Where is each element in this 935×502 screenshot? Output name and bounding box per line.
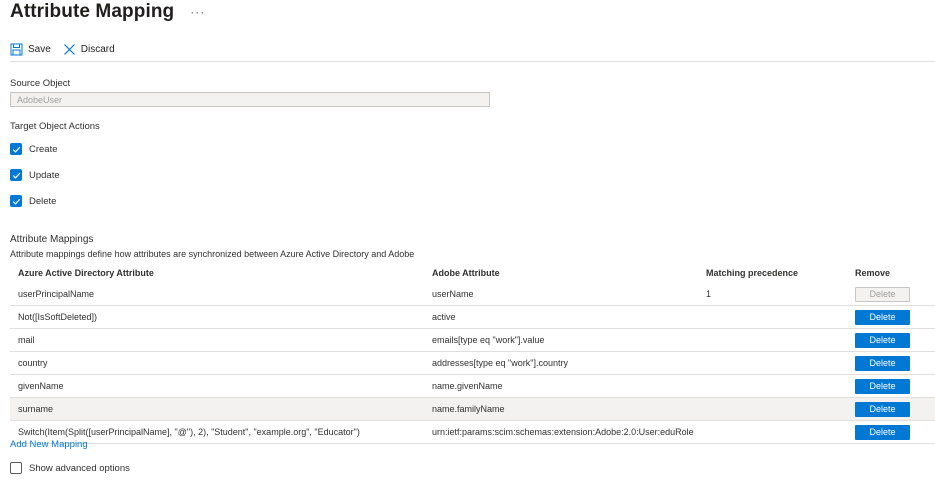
create-label: Create [29, 143, 58, 155]
show-advanced-options-row[interactable]: Show advanced options [10, 462, 130, 474]
table-row[interactable]: country addresses[type eq "work"].countr… [10, 352, 935, 375]
checkbox-unchecked-icon[interactable] [10, 462, 22, 474]
save-label: Save [28, 43, 51, 55]
show-advanced-options-label: Show advanced options [29, 462, 130, 474]
delete-label: Delete [29, 195, 57, 207]
source-attribute: givenName [18, 381, 64, 391]
table-row[interactable]: givenName name.givenName Delete [10, 375, 935, 398]
delete-mapping-button[interactable]: Delete [855, 355, 910, 371]
checkbox-checked-icon[interactable] [10, 195, 22, 207]
table-header: Azure Active Directory Attribute Adobe A… [10, 263, 935, 283]
source-attribute: userPrincipalName [18, 289, 95, 299]
target-attribute: active [432, 312, 456, 322]
source-attribute: country [18, 358, 48, 368]
attribute-mappings-description: Attribute mappings define how attributes… [10, 249, 415, 259]
table-row[interactable]: Switch(Item(Split([userPrincipalName], "… [10, 421, 935, 444]
table-row[interactable]: userPrincipalName userName 1 Delete [10, 283, 935, 306]
delete-mapping-button[interactable]: Delete [855, 309, 910, 325]
source-attribute: mail [18, 335, 35, 345]
column-header: Matching precedence [706, 268, 799, 278]
page-title: Attribute Mapping [10, 1, 175, 22]
delete-mapping-button[interactable]: Delete [855, 378, 910, 394]
column-header: Remove [855, 268, 891, 278]
update-label: Update [29, 169, 60, 181]
source-attribute: Switch(Item(Split([userPrincipalName], "… [18, 427, 360, 437]
add-new-mapping-link[interactable]: Add New Mapping [10, 439, 88, 450]
target-attribute: emails[type eq "work"].value [432, 335, 545, 345]
delete-mapping-button[interactable]: Delete [855, 424, 910, 440]
source-object-label: Source Object [10, 78, 71, 89]
delete-mapping-button[interactable]: Delete [855, 332, 910, 348]
target-attribute: name.familyName [432, 404, 505, 414]
update-checkbox-row[interactable]: Update [10, 169, 60, 181]
delete-mapping-button: Delete [855, 286, 910, 302]
target-attribute: userName [432, 289, 474, 299]
column-header: Azure Active Directory Attribute [18, 268, 154, 278]
save-icon [10, 43, 23, 56]
source-object-field [10, 92, 490, 107]
column-header: Adobe Attribute [432, 268, 500, 278]
table-row[interactable]: mail emails[type eq "work"].value Delete [10, 329, 935, 352]
discard-button[interactable]: Discard [63, 43, 115, 56]
matching-precedence: 1 [706, 289, 712, 299]
attribute-mappings-title: Attribute Mappings [10, 234, 94, 245]
delete-mapping-button[interactable]: Delete [855, 401, 910, 417]
close-icon [63, 43, 76, 56]
checkbox-checked-icon[interactable] [10, 143, 22, 155]
more-options-icon[interactable]: ··· [190, 5, 205, 19]
source-attribute: surname [18, 404, 54, 414]
target-actions-label: Target Object Actions [10, 121, 100, 132]
target-attribute: urn:ietf:params:scim:schemas:extension:A… [432, 427, 694, 437]
target-attribute: addresses[type eq "work"].country [432, 358, 568, 368]
save-button[interactable]: Save [10, 43, 51, 56]
target-attribute: name.givenName [432, 381, 503, 391]
table-row[interactable]: surname name.familyName Delete [10, 398, 935, 421]
checkbox-checked-icon[interactable] [10, 169, 22, 181]
command-bar: Save Discard [10, 38, 935, 60]
header: Attribute Mapping ··· [10, 0, 205, 24]
create-checkbox-row[interactable]: Create [10, 143, 58, 155]
source-attribute: Not([IsSoftDeleted]) [18, 312, 98, 322]
discard-label: Discard [80, 43, 115, 55]
table-row[interactable]: Not([IsSoftDeleted]) active Delete [10, 306, 935, 329]
mappings-table: Azure Active Directory Attribute Adobe A… [10, 263, 935, 444]
toolbar-divider [10, 61, 935, 62]
delete-checkbox-row[interactable]: Delete [10, 195, 56, 207]
